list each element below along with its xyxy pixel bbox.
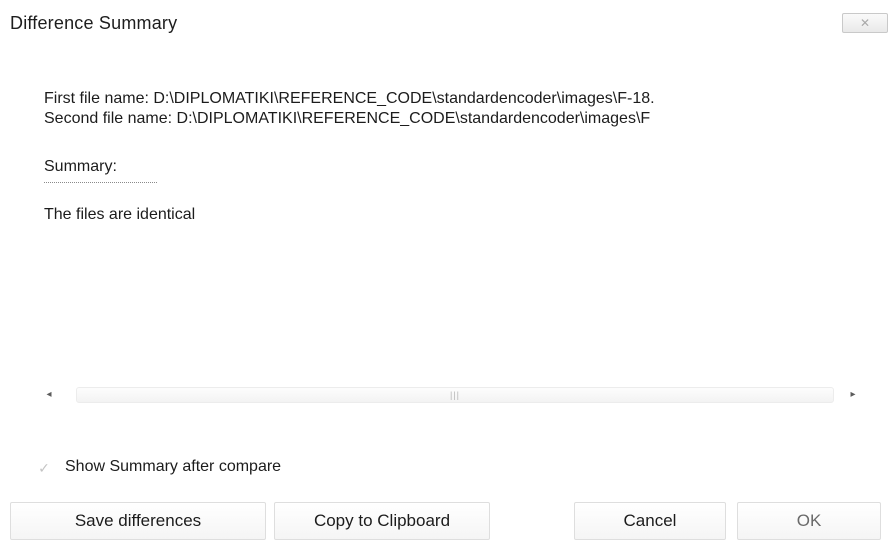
scrollbar-grip-icon: ||| — [449, 390, 460, 400]
summary-underline — [44, 182, 157, 183]
scroll-left-arrow-icon[interactable]: ◂ — [40, 384, 58, 406]
summary-heading: Summary: — [44, 158, 117, 175]
cancel-button[interactable]: Cancel — [574, 502, 726, 540]
copy-to-clipboard-button[interactable]: Copy to Clipboard — [274, 502, 490, 540]
scroll-right-arrow-icon[interactable]: ▸ — [844, 384, 862, 406]
difference-summary-dialog: Difference Summary ✕ First file name: D:… — [0, 0, 891, 542]
save-differences-button[interactable]: Save differences — [10, 502, 266, 540]
second-file-name: Second file name: D:\DIPLOMATIKI\REFEREN… — [44, 110, 651, 127]
horizontal-scrollbar[interactable]: ◂ ||| ▸ — [40, 384, 862, 406]
checkmark-icon[interactable]: ✓ — [34, 458, 54, 478]
scrollbar-thumb[interactable]: ||| — [76, 387, 834, 403]
summary-result-text: The files are identical — [44, 206, 196, 223]
first-file-name: First file name: D:\DIPLOMATIKI\REFERENC… — [44, 90, 655, 107]
show-summary-label[interactable]: Show Summary after compare — [65, 458, 281, 476]
summary-content: First file name: D:\DIPLOMATIKI\REFERENC… — [0, 0, 891, 420]
ok-button[interactable]: OK — [737, 502, 881, 540]
